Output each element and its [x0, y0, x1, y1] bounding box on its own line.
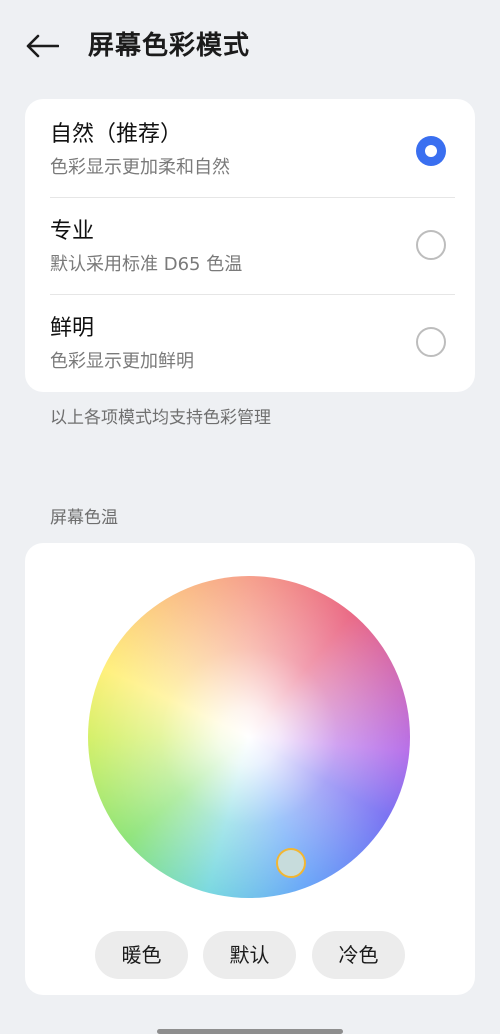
- radio-vivid[interactable]: [416, 327, 446, 357]
- color-wheel-handle[interactable]: [276, 848, 306, 878]
- back-button[interactable]: [22, 26, 62, 66]
- page-title: 屏幕色彩模式: [88, 31, 251, 61]
- arrow-left-icon: [26, 34, 59, 58]
- cool-button[interactable]: 冷色: [312, 931, 405, 979]
- default-button[interactable]: 默认: [203, 931, 296, 979]
- color-wheel[interactable]: [88, 576, 410, 898]
- radio-professional[interactable]: [416, 230, 446, 260]
- mode-option-natural[interactable]: 自然（推荐） 色彩显示更加柔和自然: [25, 99, 475, 196]
- mode-option-description: 默认采用标准 D65 色温: [50, 254, 243, 275]
- mode-option-title: 鲜明: [50, 316, 95, 341]
- mode-option-title: 专业: [50, 219, 95, 244]
- header: 屏幕色彩模式: [0, 0, 500, 92]
- radio-natural[interactable]: [416, 136, 446, 166]
- color-management-note: 以上各项模式均支持色彩管理: [50, 408, 271, 428]
- mode-option-title: 自然（推荐）: [50, 122, 183, 147]
- color-mode-card: 自然（推荐） 色彩显示更加柔和自然 专业 默认采用标准 D65 色温 鲜明 色彩…: [25, 99, 475, 392]
- mode-option-description: 色彩显示更加柔和自然: [50, 157, 230, 178]
- mode-option-vivid[interactable]: 鲜明 色彩显示更加鲜明: [25, 293, 475, 390]
- color-temperature-label: 屏幕色温: [50, 508, 118, 528]
- color-temperature-card: 暖色 默认 冷色: [25, 543, 475, 995]
- home-indicator: [157, 1029, 343, 1034]
- warm-button[interactable]: 暖色: [95, 931, 188, 979]
- mode-option-description: 色彩显示更加鲜明: [50, 351, 194, 372]
- mode-option-professional[interactable]: 专业 默认采用标准 D65 色温: [25, 196, 475, 293]
